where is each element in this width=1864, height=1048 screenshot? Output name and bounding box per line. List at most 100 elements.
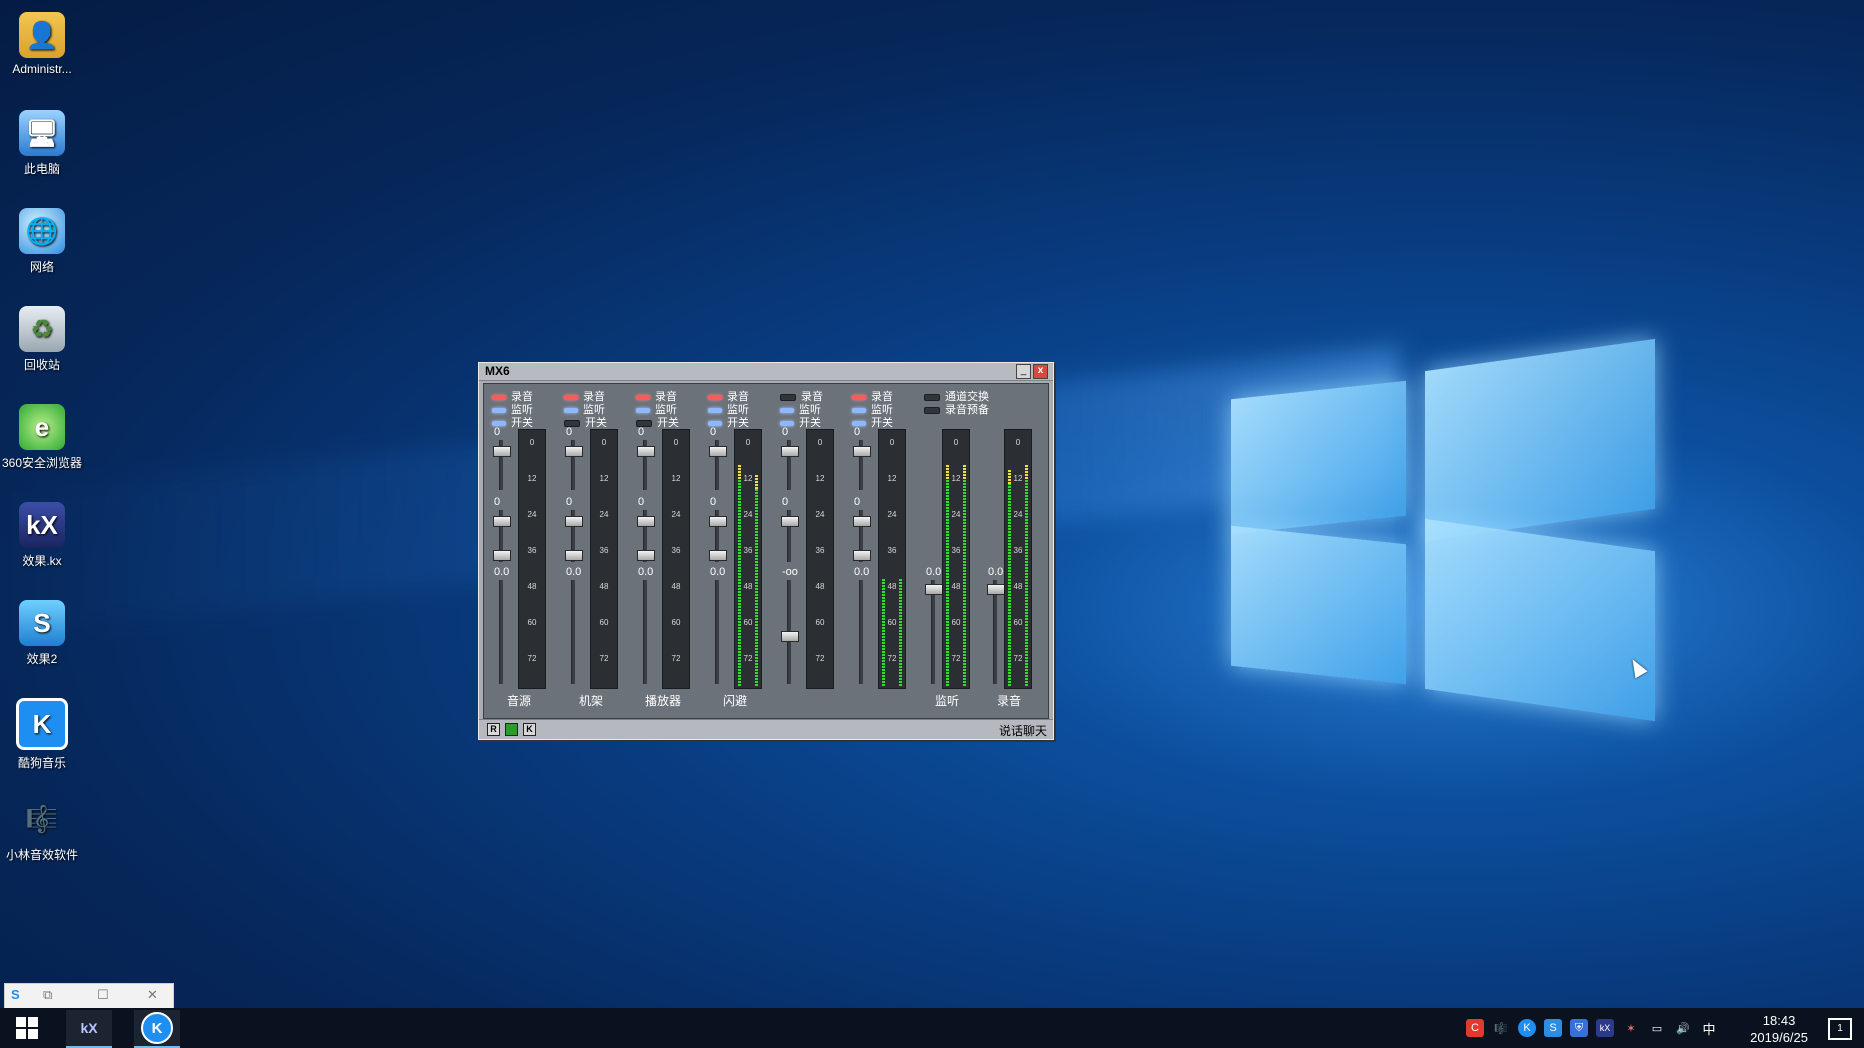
gain-fader-knob[interactable]: [781, 446, 799, 457]
k-mode-button[interactable]: K: [523, 723, 536, 736]
aux-fader-value: 0: [494, 496, 501, 508]
volume-fader-track[interactable]: [571, 580, 575, 684]
tray-kx-icon[interactable]: kX: [1596, 1019, 1614, 1037]
volume-fader-value: 0.0: [494, 566, 510, 578]
start-button[interactable]: [4, 1010, 50, 1046]
close-button[interactable]: x: [1033, 364, 1048, 379]
toggle-record[interactable]: 录音: [852, 388, 893, 403]
gain-fader-knob[interactable]: [853, 446, 871, 457]
toggle-label: 开关: [727, 417, 749, 429]
toggle-record[interactable]: 录音: [708, 388, 749, 403]
meter-scale-label: 36: [887, 546, 897, 555]
toggle-record[interactable]: 录音: [492, 388, 533, 403]
meter-scale-label: 72: [599, 654, 609, 663]
desktop-icon-label: 回收站: [23, 358, 60, 372]
level-meter: 0 12 24 36 48 60 72: [806, 429, 834, 689]
master-fader-knob[interactable]: [987, 584, 1005, 595]
desktop-icon-network[interactable]: 🌐 网络: [0, 200, 84, 275]
desktop-icon-xiaolin[interactable]: 🎼 小林音效软件: [0, 788, 84, 863]
volume-fader-knob[interactable]: [637, 550, 655, 561]
volume-fader-value: 0.0: [854, 566, 870, 578]
minimized-window-bar[interactable]: S ⧉ ☐ ✕: [4, 983, 174, 1009]
taskbar-clock[interactable]: 18:43 2019/6/25: [1750, 1012, 1808, 1046]
gain-fader-knob[interactable]: [637, 446, 655, 457]
desktop-icon-360-browser[interactable]: e 360安全浏览器: [0, 396, 84, 471]
toggle-switch[interactable]: 开关: [708, 414, 749, 429]
tray-volume-icon[interactable]: 🔊: [1674, 1019, 1692, 1037]
toggle-switch[interactable]: 开关: [852, 414, 893, 429]
close-icon[interactable]: ✕: [147, 987, 158, 1003]
tray-red-app-icon[interactable]: C: [1466, 1019, 1484, 1037]
meter-scale-label: 0: [953, 438, 959, 447]
volume-fader-track[interactable]: [643, 580, 647, 684]
toggle-record[interactable]: 录音: [780, 388, 823, 403]
master-fader-track[interactable]: [931, 580, 935, 684]
toggle-monitor[interactable]: 监听: [708, 401, 749, 416]
taskbar-kx-app[interactable]: kX: [66, 1010, 112, 1048]
tray-wifi-icon[interactable]: ✶: [1622, 1019, 1640, 1037]
aux-fader-knob[interactable]: [709, 516, 727, 527]
power-led-button[interactable]: [505, 723, 518, 736]
desktop-icon-recycle-bin[interactable]: ♻ 回收站: [0, 298, 84, 373]
toggle-led-icon: [780, 393, 796, 401]
toggle-switch[interactable]: 开关: [780, 414, 821, 429]
master-fader-knob[interactable]: [925, 584, 943, 595]
gain-fader-value: 0: [494, 426, 501, 438]
level-meter: 0 12 24 36 48 60 72: [942, 429, 970, 689]
volume-fader-track[interactable]: [715, 580, 719, 684]
channel-strip: 录音 监听 开关 0 0 0.0 0 12 24 36 48 60 72 音源: [484, 384, 556, 714]
minimize-button[interactable]: _: [1016, 364, 1031, 379]
conductor-icon: 🎼: [25, 803, 59, 834]
action-center-button[interactable]: 1: [1828, 1018, 1852, 1040]
gain-fader-knob[interactable]: [493, 446, 511, 457]
master-fader-track[interactable]: [993, 580, 997, 684]
volume-fader-track[interactable]: [859, 580, 863, 684]
aux-fader-value: 0: [710, 496, 717, 508]
toggle-record[interactable]: 录音: [564, 388, 605, 403]
volume-fader-knob[interactable]: [853, 550, 871, 561]
gain-fader-knob[interactable]: [709, 446, 727, 457]
meter-scale-label: 0: [673, 438, 679, 447]
volume-fader-knob[interactable]: [493, 550, 511, 561]
tray-kugou-icon[interactable]: K: [1518, 1019, 1536, 1037]
volume-fader-track[interactable]: [499, 580, 503, 684]
meter-scale-label: 0: [889, 438, 895, 447]
aux-fader-knob[interactable]: [493, 516, 511, 527]
channel-name: 播放器: [644, 694, 681, 708]
desktop-icon-effect2[interactable]: S 效果2: [0, 592, 84, 667]
tray-shield-icon[interactable]: ⛨: [1570, 1019, 1588, 1037]
toggle-switch[interactable]: 开关: [492, 414, 533, 429]
taskbar-kugou-app[interactable]: K: [134, 1010, 180, 1048]
restore-icon[interactable]: ⧉: [43, 987, 52, 1003]
toggle-switch[interactable]: 开关: [564, 414, 607, 429]
desktop-icon-administrator[interactable]: 👤 Administr...: [0, 4, 84, 76]
desktop-icon-kx[interactable]: kX 效果.kx: [0, 494, 84, 569]
aux-fader-knob[interactable]: [853, 516, 871, 527]
toggle-record[interactable]: 录音: [636, 388, 677, 403]
tray-s-app-icon[interactable]: S: [1544, 1019, 1562, 1037]
aux-fader-knob[interactable]: [781, 516, 799, 527]
record-mode-button[interactable]: R: [487, 723, 500, 736]
meter-scale-label: 60: [527, 618, 537, 627]
desktop-icon-this-pc[interactable]: 🖥 此电脑: [0, 102, 84, 177]
title-bar[interactable]: MX6 _ x: [479, 363, 1053, 381]
volume-fader-knob[interactable]: [565, 550, 583, 561]
maximize-icon[interactable]: ☐: [97, 987, 109, 1003]
toggle-monitor[interactable]: 监听: [852, 401, 893, 416]
volume-fader-knob[interactable]: [709, 550, 727, 561]
aux-fader-knob[interactable]: [637, 516, 655, 527]
toggle-switch[interactable]: 开关: [636, 414, 679, 429]
toggle-monitor[interactable]: 监听: [636, 401, 677, 416]
ime-indicator[interactable]: 中: [1700, 1019, 1718, 1037]
preset-name[interactable]: 说话聊天: [999, 722, 1047, 739]
tray-conductor-icon[interactable]: 🎼: [1492, 1019, 1510, 1037]
gain-fader-knob[interactable]: [565, 446, 583, 457]
toggle-monitor[interactable]: 监听: [780, 401, 821, 416]
volume-fader-knob[interactable]: [781, 631, 799, 642]
aux-fader-knob[interactable]: [565, 516, 583, 527]
channel-strip: 录音 监听 开关 0 0 -oo 0 12 24 36 48 60 72: [772, 384, 844, 714]
toggle-monitor[interactable]: 监听: [492, 401, 533, 416]
toggle-monitor[interactable]: 监听: [564, 401, 605, 416]
tray-network-icon[interactable]: ▭: [1648, 1019, 1666, 1037]
desktop-icon-kugou[interactable]: K 酷狗音乐: [0, 690, 84, 771]
